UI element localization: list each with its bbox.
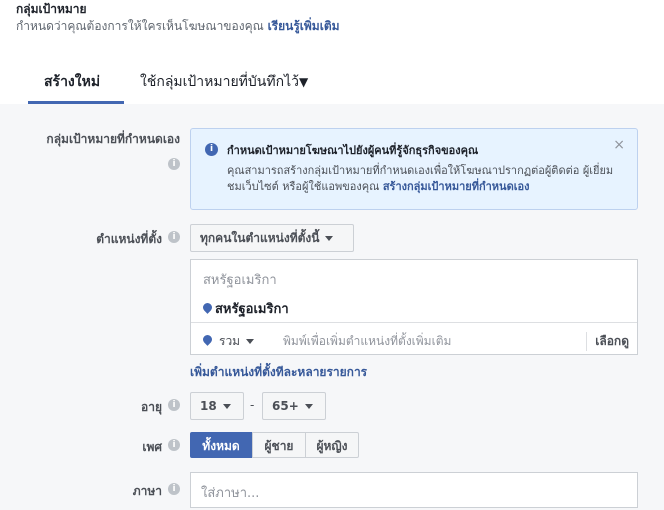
age-separator: - [250,398,255,412]
language-input[interactable]: ใส่ภาษา... [190,472,638,508]
age-min-value: 18 [200,399,217,413]
learn-more-link[interactable]: เรียนรู้เพิ่มเติม [268,19,340,33]
subtitle-text: กำหนดว่าคุณต้องการให้ใครเห็นโฆษณาของคุณ [16,19,264,33]
chevron-down-icon [325,236,334,241]
info-icon[interactable]: i [168,399,180,411]
custom-audience-label: กลุ่มเป้าหมายที่กำหนดเอง [46,132,180,146]
location-pin-icon [201,301,214,314]
location-search-input[interactable]: พิมพ์เพื่อเพิ่มตำแหน่งที่ตั้งเพิ่มเติม [283,332,451,351]
notice-body: คุณสามารถสร้างกลุ่มเป้าหมายที่กำหนดเองเพ… [227,163,627,195]
age-label: อายุ [141,400,162,414]
audience-panel: กลุ่มเป้าหมาย กำหนดว่าคุณต้องการให้ใครเห… [0,0,664,510]
age-max-value: 65+ [272,399,299,413]
location-label: ตำแหน่งที่ตั้ง [96,232,162,246]
chevron-down-icon [304,404,313,409]
notice-title: กำหนดเป้าหมายโฆษณาไปยังผู้คนที่รู้จักธุร… [227,144,479,157]
gender-female-button[interactable]: ผู้หญิง [305,432,359,458]
include-dropdown[interactable]: รวม [219,332,255,351]
gender-label: เพศ [142,440,162,454]
caret-down-icon: ▼ [298,75,309,89]
age-min-dropdown[interactable]: 18 [190,392,244,420]
location-search-bar: รวม พิมพ์เพื่อเพิ่มตำแหน่งที่ตั้งเพิ่มเต… [191,322,637,355]
chevron-down-icon [222,404,231,409]
section-subtitle: กำหนดว่าคุณต้องการให้ใครเห็นโฆษณาของคุณ … [16,17,340,36]
info-icon[interactable]: i [168,483,180,495]
tab-use-saved-audience[interactable]: ใช้กลุ่มเป้าหมายที่บันทึกไว้▼ [140,71,308,93]
info-icon[interactable]: i [168,439,180,451]
location-country-heading: สหรัฐอเมริกา [203,273,277,288]
gender-all-button[interactable]: ทั้งหมด [190,432,252,458]
gender-male-button[interactable]: ผู้ชาย [252,432,306,458]
chevron-down-icon [246,339,255,344]
info-icon[interactable]: i [168,231,180,243]
info-icon[interactable]: i [168,158,180,170]
location-type-value: ทุกคนในตำแหน่งที่ตั้งนี้ [200,231,320,245]
age-max-dropdown[interactable]: 65+ [262,392,326,420]
browse-button[interactable]: เลือกดู [586,332,629,351]
add-bulk-locations-link[interactable]: เพิ่มตำแหน่งที่ตั้งทีละหลายรายการ [190,363,367,382]
custom-audience-notice: i กำหนดเป้าหมายโฆษณาไปยังผู้คนที่รู้จักธ… [190,128,638,210]
location-selector: สหรัฐอเมริกา สหรัฐอเมริกา รวม พิมพ์เพื่อ… [190,259,638,355]
create-custom-audience-link[interactable]: สร้างกลุ่มเป้าหมายที่กำหนดเอง [383,180,530,193]
selected-location[interactable]: สหรัฐอเมริกา [215,298,289,319]
close-icon[interactable]: × [613,137,625,153]
language-label: ภาษา [132,484,162,498]
include-label: รวม [219,334,241,348]
tab-create-new[interactable]: สร้างใหม่ [44,71,100,93]
location-type-dropdown[interactable]: ทุกคนในตำแหน่งที่ตั้งนี้ [190,224,354,252]
tab-use-saved-label: ใช้กลุ่มเป้าหมายที่บันทึกไว้ [140,74,299,90]
location-pin-icon [201,333,214,346]
info-circle-icon: i [205,143,218,156]
